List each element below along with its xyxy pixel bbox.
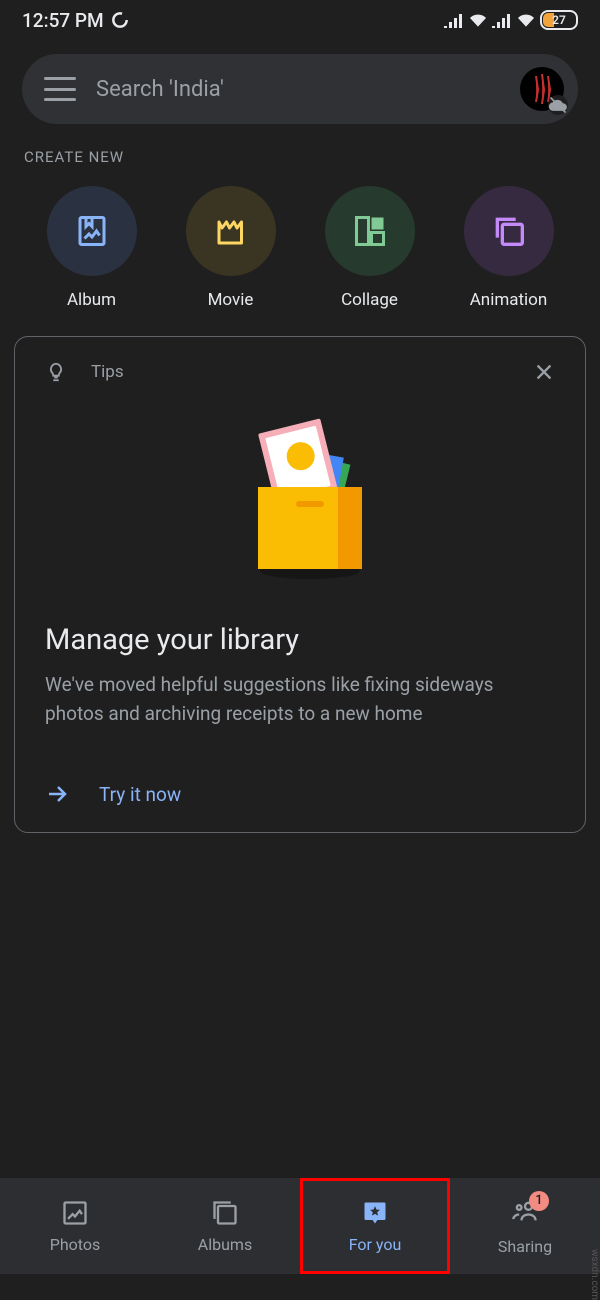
signal-icon	[444, 12, 464, 28]
card-description: We've moved helpful suggestions like fix…	[45, 671, 555, 728]
create-collage[interactable]: Collage	[325, 186, 415, 310]
nav-for-you[interactable]: For you	[300, 1178, 450, 1274]
card-title: Manage your library	[45, 623, 555, 657]
wifi-icon	[516, 12, 536, 28]
nav-albums-label: Albums	[198, 1235, 252, 1254]
account-avatar[interactable]	[520, 67, 564, 111]
collage-circle	[325, 186, 415, 276]
search-placeholder: Search 'India'	[96, 77, 500, 102]
create-new-row: Album Movie Collage Animation	[22, 186, 578, 310]
nav-sharing-iconwrap: 1	[511, 1197, 539, 1229]
create-album[interactable]: Album	[47, 186, 137, 310]
nav-albums[interactable]: Albums	[150, 1178, 300, 1274]
album-icon	[74, 213, 110, 249]
card-cta[interactable]: Try it now	[45, 782, 555, 806]
animation-circle	[464, 186, 554, 276]
movie-circle	[186, 186, 276, 276]
nav-for-you-label: For you	[349, 1235, 402, 1254]
tips-tag: Tips	[91, 362, 124, 382]
card-cta-label: Try it now	[99, 783, 181, 806]
collage-label: Collage	[341, 290, 398, 310]
lightbulb-icon	[45, 361, 67, 383]
movie-icon	[213, 213, 249, 249]
search-bar[interactable]: Search 'India'	[22, 54, 578, 124]
library-bag-icon	[210, 413, 390, 583]
create-new-label: CREATE NEW	[24, 148, 600, 166]
status-right: 27	[444, 10, 578, 30]
bottom-nav: Photos Albums For you 1 Sharing	[0, 1178, 600, 1274]
cloud-off-icon	[548, 90, 568, 120]
nav-photos-label: Photos	[50, 1235, 101, 1254]
animation-label: Animation	[470, 290, 548, 310]
sync-off-badge	[548, 95, 568, 115]
close-icon[interactable]	[533, 361, 555, 383]
status-time: 12:57 PM	[22, 9, 104, 32]
albums-icon	[211, 1199, 239, 1227]
for-you-icon	[361, 1199, 389, 1227]
arrow-right-icon	[45, 782, 69, 806]
watermark: wsxdn.com	[589, 1249, 600, 1300]
status-left: 12:57 PM	[22, 9, 130, 32]
wifi-icon	[468, 12, 488, 28]
create-animation[interactable]: Animation	[464, 186, 554, 310]
sharing-badge: 1	[529, 1191, 549, 1211]
nav-sharing[interactable]: 1 Sharing	[450, 1178, 600, 1274]
tips-card-header: Tips	[45, 361, 555, 383]
nav-photos[interactable]: Photos	[0, 1178, 150, 1274]
status-bar: 12:57 PM 27	[0, 0, 600, 40]
signal-icon	[492, 12, 512, 28]
album-label: Album	[67, 290, 116, 310]
movie-label: Movie	[208, 290, 254, 310]
photos-icon	[61, 1199, 89, 1227]
menu-icon[interactable]	[44, 77, 76, 101]
animation-icon	[489, 211, 529, 251]
battery-percent: 27	[552, 13, 566, 27]
album-circle	[47, 186, 137, 276]
card-illustration	[45, 413, 555, 583]
nav-sharing-label: Sharing	[498, 1237, 552, 1256]
battery-indicator: 27	[540, 10, 578, 30]
collage-icon	[352, 213, 388, 249]
tips-card: Tips Manage your library We've moved hel…	[14, 336, 586, 833]
loading-spinner-icon	[110, 10, 130, 30]
create-movie[interactable]: Movie	[186, 186, 276, 310]
